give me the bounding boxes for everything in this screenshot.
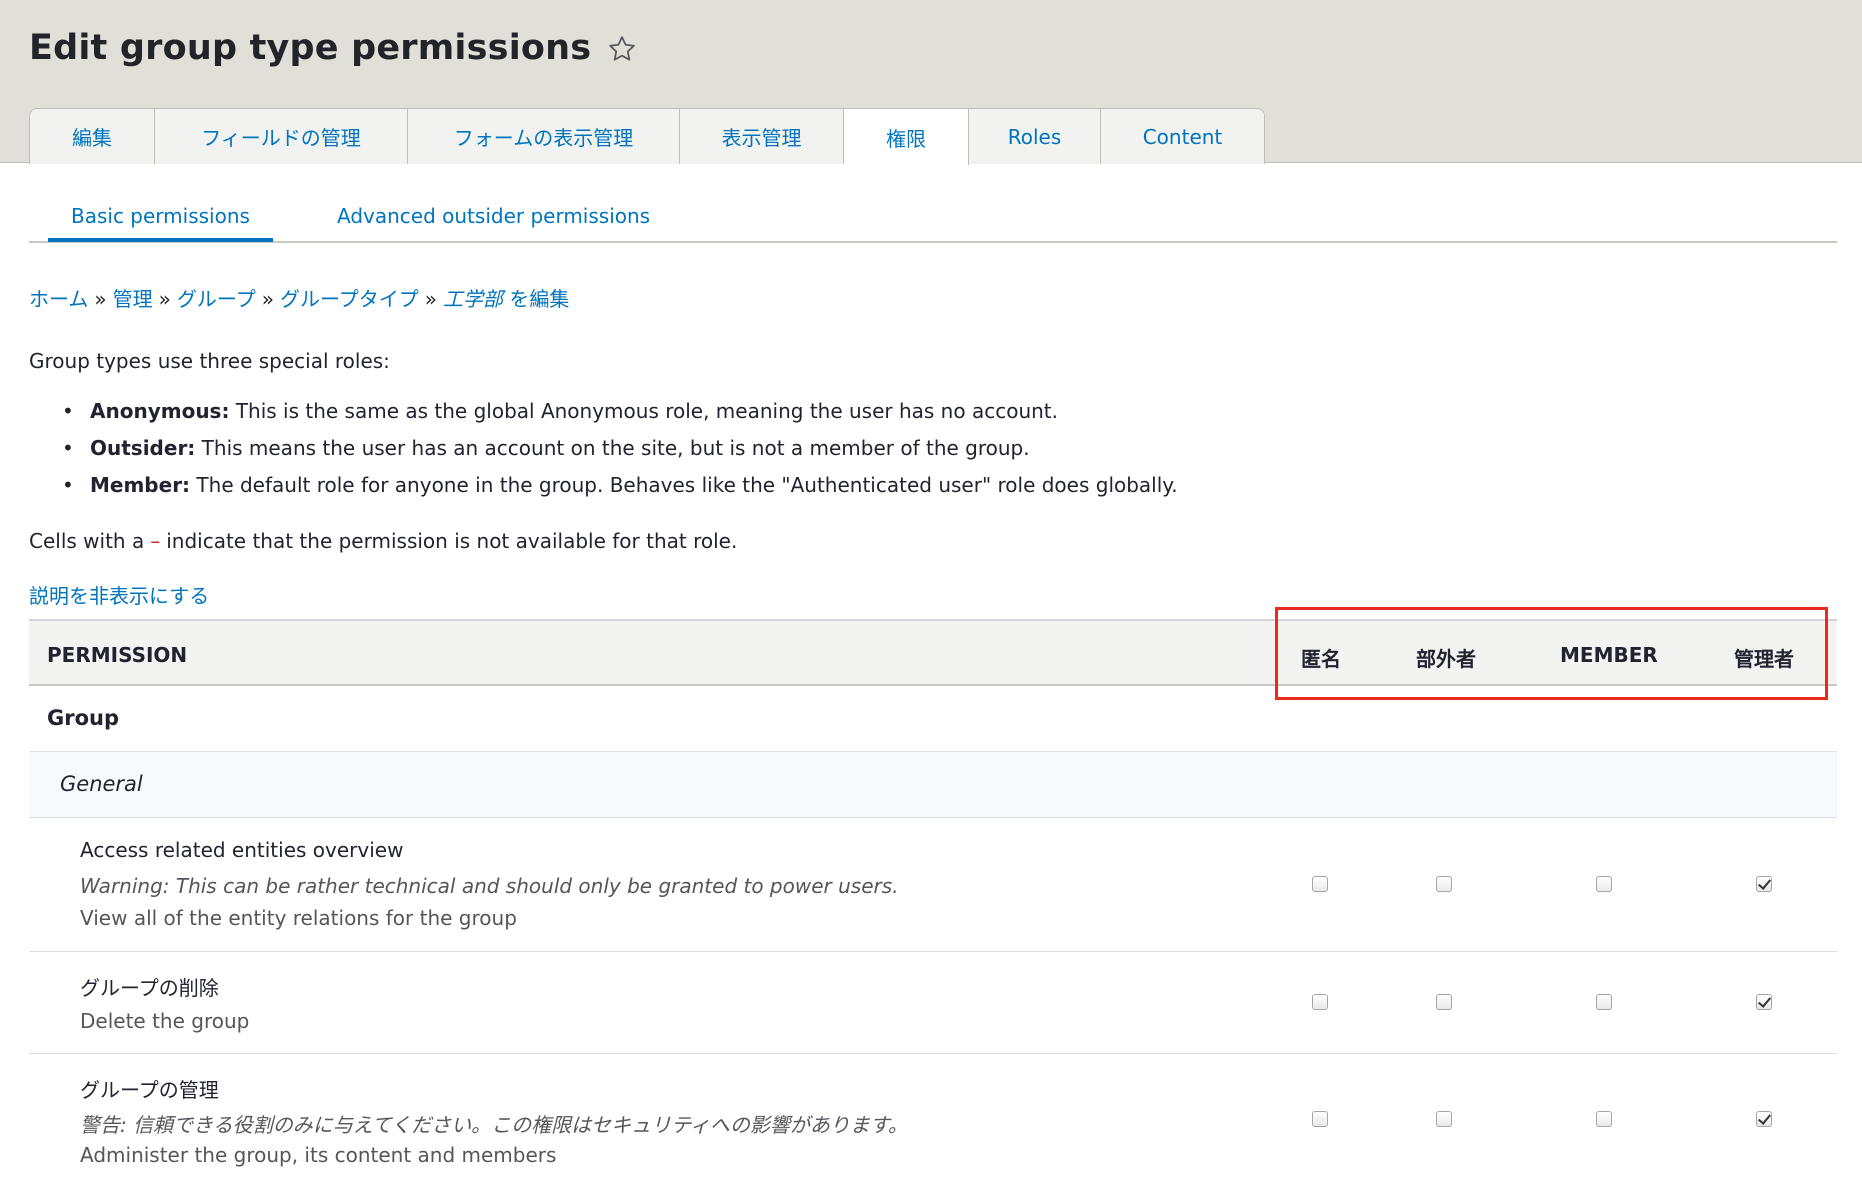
checkbox-admin[interactable]: [1756, 876, 1772, 892]
checkbox-outsider[interactable]: [1436, 876, 1452, 892]
tab-edit[interactable]: 編集: [29, 108, 155, 164]
breadcrumb-group-types[interactable]: グループタイプ: [280, 287, 419, 311]
primary-tabs: 編集 フィールドの管理 フォームの表示管理 表示管理 権限 Roles Cont…: [29, 108, 1265, 165]
permission-description: Delete the group: [80, 1009, 250, 1033]
column-header-permission: PERMISSION: [47, 643, 188, 667]
page-title-text: Edit group type permissions: [29, 28, 592, 68]
role-item-anonymous: Anonymous: This is the same as the globa…: [62, 399, 1178, 436]
role-name: Member:: [90, 473, 191, 497]
table-header: PERMISSION 匿名 部外者 MEMBER 管理者: [29, 619, 1837, 686]
page-title: Edit group type permissions: [29, 28, 637, 68]
breadcrumb-separator: »: [261, 287, 274, 311]
tab-manage-form-display[interactable]: フォームの表示管理: [408, 108, 680, 164]
roles-list: Anonymous: This is the same as the globa…: [62, 399, 1178, 510]
hide-descriptions-link[interactable]: 説明を非表示にする: [29, 580, 209, 609]
column-header-admin: 管理者: [1734, 647, 1794, 671]
checkbox-admin[interactable]: [1756, 1111, 1772, 1127]
page-header: Edit group type permissions 編集 フィールドの管理 …: [0, 0, 1862, 165]
intro-text: Group types use three special roles:: [29, 349, 390, 373]
breadcrumb-separator: »: [94, 287, 107, 311]
permission-description: Administer the group, its content and me…: [80, 1143, 557, 1167]
permission-warning: Warning: This can be rather technical an…: [80, 874, 899, 898]
checkbox-outsider[interactable]: [1436, 1111, 1452, 1127]
column-header-outsider: 部外者: [1416, 647, 1476, 671]
column-header-anonymous: 匿名: [1301, 647, 1341, 671]
tab-advanced-outsider-permissions[interactable]: Advanced outsider permissions: [337, 204, 650, 228]
section-row: General: [29, 752, 1837, 818]
tab-content[interactable]: Content: [1101, 108, 1265, 164]
checkbox-anonymous[interactable]: [1312, 876, 1328, 892]
breadcrumb-home[interactable]: ホーム: [29, 287, 88, 311]
tab-manage-display[interactable]: 表示管理: [680, 108, 844, 164]
tab-manage-fields[interactable]: フィールドの管理: [155, 108, 408, 164]
cells-note-after: indicate that the permission is not avai…: [166, 529, 738, 553]
secondary-tabs: Basic permissions Advanced outsider perm…: [29, 194, 1837, 243]
tab-basic-permissions[interactable]: Basic permissions: [71, 204, 250, 228]
breadcrumb-current[interactable]: 工学部 を編集: [443, 287, 569, 311]
not-available-dash: –: [150, 529, 161, 553]
group-label: Group: [47, 706, 120, 730]
active-tab-indicator: [48, 238, 273, 242]
breadcrumb-separator: »: [424, 287, 438, 311]
role-item-member: Member: The default role for anyone in t…: [62, 473, 1178, 510]
column-header-member: MEMBER: [1560, 643, 1658, 667]
permission-title: グループの削除: [80, 976, 219, 1000]
checkbox-outsider[interactable]: [1436, 994, 1452, 1010]
table-row: グループの削除 Delete the group: [29, 952, 1837, 1054]
star-icon[interactable]: [607, 33, 637, 63]
tab-roles[interactable]: Roles: [969, 108, 1101, 164]
section-label: General: [60, 772, 143, 796]
checkbox-anonymous[interactable]: [1312, 994, 1328, 1010]
breadcrumb-groups[interactable]: グループ: [177, 287, 256, 311]
permission-title: グループの管理: [80, 1078, 219, 1102]
breadcrumb: ホーム» 管理» グループ» グループタイプ» 工学部 を編集: [29, 283, 569, 312]
group-row: Group: [29, 686, 1837, 752]
checkbox-member[interactable]: [1596, 1111, 1612, 1127]
table-row: グループの管理 警告: 信頼できる役割のみに与えてください。この権限はセキュリテ…: [29, 1054, 1837, 1180]
breadcrumb-current-suffix: を編集: [503, 287, 570, 311]
checkbox-anonymous[interactable]: [1312, 1111, 1328, 1127]
role-name: Anonymous:: [90, 399, 230, 423]
breadcrumb-current-name: 工学部: [443, 287, 504, 311]
tab-permissions[interactable]: 権限: [844, 108, 969, 165]
checkbox-member[interactable]: [1596, 994, 1612, 1010]
role-desc: This means the user has an account on th…: [195, 436, 1030, 460]
permissions-table: PERMISSION 匿名 部外者 MEMBER 管理者 Group Gener…: [29, 619, 1837, 1180]
role-item-outsider: Outsider: This means the user has an acc…: [62, 436, 1178, 473]
breadcrumb-separator: »: [158, 287, 171, 311]
role-name: Outsider:: [90, 436, 196, 460]
cells-note: Cells with a – indicate that the permissio…: [29, 529, 737, 553]
breadcrumb-admin[interactable]: 管理: [113, 287, 153, 311]
permission-title: Access related entities overview: [80, 838, 404, 862]
checkbox-member[interactable]: [1596, 876, 1612, 892]
permission-description: View all of the entity relations for the…: [80, 906, 517, 930]
cells-note-before: Cells with a: [29, 529, 145, 553]
role-desc: The default role for anyone in the group…: [190, 473, 1178, 497]
role-desc: This is the same as the global Anonymous…: [229, 399, 1058, 423]
checkbox-admin[interactable]: [1756, 994, 1772, 1010]
table-row: Access related entities overview Warning…: [29, 818, 1837, 952]
permission-warning: 警告: 信頼できる役割のみに与えてください。この権限はセキュリティへの影響があり…: [80, 1113, 908, 1137]
